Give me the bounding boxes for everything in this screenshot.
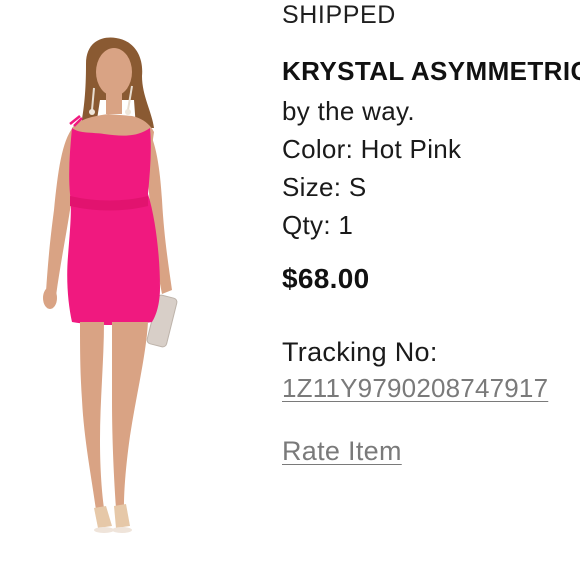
product-image[interactable] bbox=[0, 0, 230, 580]
product-size: Size: S bbox=[282, 172, 367, 202]
dress bbox=[67, 128, 160, 325]
product-color: Color: Hot Pink bbox=[282, 134, 462, 164]
model-face bbox=[96, 48, 132, 96]
product-quantity: Qty: 1 bbox=[282, 210, 354, 240]
order-item-details: SHIPPED KRYSTAL ASYMMETRICAL DRESS by th… bbox=[282, 0, 580, 580]
model-neck bbox=[106, 90, 122, 114]
shipping-status: SHIPPED bbox=[282, 1, 396, 29]
product-price: $68.00 bbox=[282, 263, 370, 294]
tracking-number-link[interactable]: 1Z11Y9790208747917 bbox=[282, 372, 548, 404]
tracking-label: Tracking No: bbox=[282, 337, 438, 367]
product-title[interactable]: KRYSTAL ASYMMETRICAL DRESS bbox=[282, 55, 580, 87]
model-shoes bbox=[94, 506, 112, 528]
brand-name: by the way. bbox=[282, 96, 415, 126]
model-legs bbox=[80, 322, 104, 510]
rate-item-link[interactable]: Rate Item bbox=[282, 435, 402, 468]
